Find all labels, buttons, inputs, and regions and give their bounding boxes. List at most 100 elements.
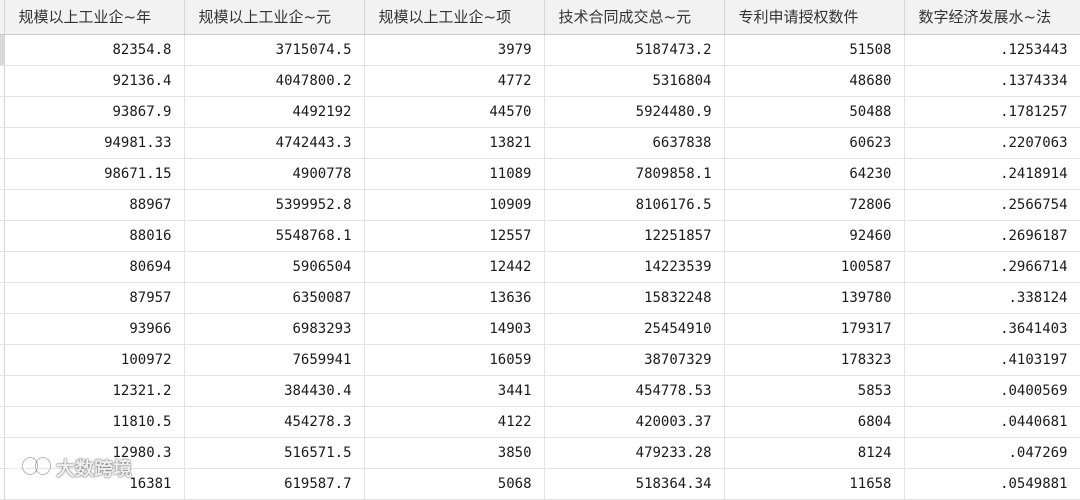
table-cell[interactable]: 3850 xyxy=(364,437,545,469)
table-cell[interactable]: 12251857 xyxy=(544,220,725,252)
table-cell[interactable]: 454778.53 xyxy=(544,375,725,407)
column-header[interactable]: 规模以上工业企~项 xyxy=(364,0,545,35)
table-cell[interactable]: .2207063 xyxy=(904,127,1080,159)
table-cell[interactable]: 87957 xyxy=(4,282,185,314)
table-cell[interactable]: 139780 xyxy=(724,282,905,314)
table-cell[interactable]: 420003.37 xyxy=(544,406,725,438)
table-cell[interactable]: .4103197 xyxy=(904,344,1080,376)
table-cell[interactable]: 93867.9 xyxy=(4,96,185,128)
table-row[interactable]: 12321.2 384430.4 3441 454778.53 5853.0400569 xyxy=(0,375,1080,407)
table-cell[interactable]: .2418914 xyxy=(904,158,1080,190)
table-cell[interactable]: .047269 xyxy=(904,437,1080,469)
table-cell[interactable]: 384430.4 xyxy=(184,375,365,407)
table-cell[interactable]: 98671.15 xyxy=(4,158,185,190)
table-cell[interactable]: 13821 xyxy=(364,127,545,159)
table-cell[interactable]: 16059 xyxy=(364,344,545,376)
table-cell[interactable]: 8106176.5 xyxy=(544,189,725,221)
table-row[interactable]: 82354.8 3715074.5 3979 5187473.2 51508.12534… xyxy=(0,34,1080,66)
table-cell[interactable]: 5853 xyxy=(724,375,905,407)
table-cell[interactable]: 5399952.8 xyxy=(184,189,365,221)
table-cell[interactable]: 93966 xyxy=(4,313,185,345)
table-cell[interactable]: 6983293 xyxy=(184,313,365,345)
table-cell[interactable]: 88967 xyxy=(4,189,185,221)
table-cell[interactable]: 100587 xyxy=(724,251,905,283)
table-cell[interactable]: 16381 xyxy=(4,468,185,500)
table-row[interactable]: 80694 5906504 12442 14223539 100587.2966714 xyxy=(0,251,1080,283)
table-cell[interactable]: 12442 xyxy=(364,251,545,283)
table-cell[interactable]: .0549881 xyxy=(904,468,1080,500)
table-cell[interactable]: 60623 xyxy=(724,127,905,159)
table-cell[interactable]: 64230 xyxy=(724,158,905,190)
table-cell[interactable]: .0440681 xyxy=(904,406,1080,438)
table-cell[interactable]: 48680 xyxy=(724,65,905,97)
table-cell[interactable]: .2966714 xyxy=(904,251,1080,283)
table-row[interactable]: 16381 619587.7 5068 518364.34 11658.0549881 xyxy=(0,468,1080,500)
table-cell[interactable]: 6637838 xyxy=(544,127,725,159)
table-cell[interactable]: 4772 xyxy=(364,65,545,97)
table-cell[interactable]: .1253443 xyxy=(904,34,1080,66)
table-cell[interactable]: 80694 xyxy=(4,251,185,283)
table-cell[interactable]: 13636 xyxy=(364,282,545,314)
table-cell[interactable]: 516571.5 xyxy=(184,437,365,469)
table-cell[interactable]: 14223539 xyxy=(544,251,725,283)
table-cell[interactable]: 7659941 xyxy=(184,344,365,376)
table-cell[interactable]: 5068 xyxy=(364,468,545,500)
table-cell[interactable]: 11810.5 xyxy=(4,406,185,438)
table-cell[interactable]: 25454910 xyxy=(544,313,725,345)
table-cell[interactable]: 4492192 xyxy=(184,96,365,128)
column-header[interactable]: 数字经济发展水~法 xyxy=(904,0,1080,35)
table-cell[interactable]: 12321.2 xyxy=(4,375,185,407)
table-cell[interactable]: 50488 xyxy=(724,96,905,128)
table-cell[interactable]: 11089 xyxy=(364,158,545,190)
table-cell[interactable]: 5316804 xyxy=(544,65,725,97)
table-cell[interactable]: 5924480.9 xyxy=(544,96,725,128)
column-header[interactable]: 规模以上工业企~年 xyxy=(4,0,185,35)
table-cell[interactable]: 4742443.3 xyxy=(184,127,365,159)
table-cell[interactable]: .1374334 xyxy=(904,65,1080,97)
table-cell[interactable]: 4122 xyxy=(364,406,545,438)
table-cell[interactable]: 100972 xyxy=(4,344,185,376)
table-cell[interactable]: 518364.34 xyxy=(544,468,725,500)
table-row[interactable]: 92136.4 4047800.2 4772 5316804 48680.1374334 xyxy=(0,65,1080,97)
table-cell[interactable]: 94981.33 xyxy=(4,127,185,159)
table-cell[interactable]: 12557 xyxy=(364,220,545,252)
table-row[interactable]: 94981.33 4742443.3 13821 6637838 60623.22070… xyxy=(0,127,1080,159)
table-cell[interactable]: 5548768.1 xyxy=(184,220,365,252)
table-cell[interactable]: 619587.7 xyxy=(184,468,365,500)
table-cell[interactable]: 88016 xyxy=(4,220,185,252)
table-cell[interactable]: 44570 xyxy=(364,96,545,128)
table-cell[interactable]: 179317 xyxy=(724,313,905,345)
table-row[interactable]: 87957 6350087 13636 15832248 139780.338124 xyxy=(0,282,1080,314)
table-cell[interactable]: .338124 xyxy=(904,282,1080,314)
table-cell[interactable]: 8124 xyxy=(724,437,905,469)
table-row[interactable]: 11810.5 454278.3 4122 420003.37 6804.0440681 xyxy=(0,406,1080,438)
table-row[interactable]: 93867.9 4492192 44570 5924480.9 50488.178125… xyxy=(0,96,1080,128)
table-cell[interactable]: 3979 xyxy=(364,34,545,66)
table-row[interactable]: 88016 5548768.1 12557 12251857 92460.2696187 xyxy=(0,220,1080,252)
table-cell[interactable]: 479233.28 xyxy=(544,437,725,469)
table-cell[interactable]: 3441 xyxy=(364,375,545,407)
table-cell[interactable]: .0400569 xyxy=(904,375,1080,407)
table-cell[interactable]: 38707329 xyxy=(544,344,725,376)
table-row[interactable]: 100972 7659941 16059 38707329 178323.4103197 xyxy=(0,344,1080,376)
table-cell[interactable]: .3641403 xyxy=(904,313,1080,345)
table-cell[interactable]: 454278.3 xyxy=(184,406,365,438)
table-cell[interactable]: 51508 xyxy=(724,34,905,66)
table-cell[interactable]: 5906504 xyxy=(184,251,365,283)
table-cell[interactable]: .1781257 xyxy=(904,96,1080,128)
table-cell[interactable]: 15832248 xyxy=(544,282,725,314)
table-cell[interactable]: 92136.4 xyxy=(4,65,185,97)
column-header[interactable]: 技术合同成交总~元 xyxy=(544,0,725,35)
table-cell[interactable]: 6804 xyxy=(724,406,905,438)
table-cell[interactable]: .2566754 xyxy=(904,189,1080,221)
table-cell[interactable]: 11658 xyxy=(724,468,905,500)
table-row[interactable]: 88967 5399952.8 10909 8106176.5 72806.256675… xyxy=(0,189,1080,221)
table-cell[interactable]: 6350087 xyxy=(184,282,365,314)
table-cell[interactable]: 3715074.5 xyxy=(184,34,365,66)
table-row[interactable]: 12980.3 516571.5 3850 479233.28 8124.047269 xyxy=(0,437,1080,469)
table-cell[interactable]: 10909 xyxy=(364,189,545,221)
table-cell[interactable]: 72806 xyxy=(724,189,905,221)
table-cell[interactable]: .2696187 xyxy=(904,220,1080,252)
table-row[interactable]: 98671.15 4900778 11089 7809858.1 64230.24189… xyxy=(0,158,1080,190)
table-cell[interactable]: 12980.3 xyxy=(4,437,185,469)
